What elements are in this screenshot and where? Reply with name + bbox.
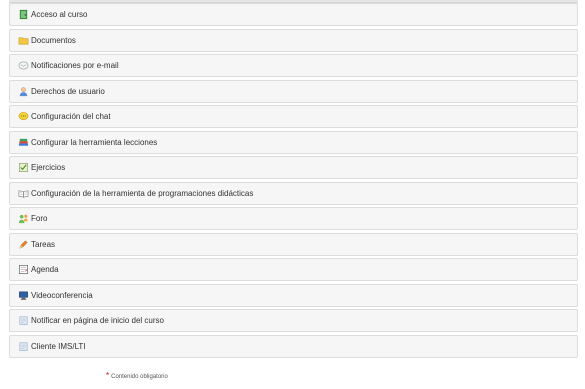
section-label: Acceso al curso <box>31 10 88 19</box>
section-label: Notificar en página de inicio del curso <box>31 316 164 325</box>
user-icon <box>18 86 29 97</box>
section-forum[interactable]: Foro <box>9 207 578 230</box>
page-icon <box>18 341 29 352</box>
section-exercises[interactable]: Ejercicios <box>9 156 578 179</box>
section-label: Configuración de la herramienta de progr… <box>31 188 254 198</box>
page-icon <box>18 315 29 326</box>
section-lessons-tool[interactable]: Configurar la herramienta lecciones <box>9 130 578 154</box>
section-label: Derechos de usuario <box>31 86 105 96</box>
section-label: Documentos <box>31 35 76 45</box>
mail-icon <box>18 60 29 71</box>
required-asterisk: * <box>106 371 110 380</box>
section-course-progress-tool[interactable]: Configuración de la herramienta de progr… <box>9 181 578 205</box>
monitor-icon <box>18 290 29 301</box>
section-label: Tareas <box>31 239 56 249</box>
section-label: Agenda <box>31 265 59 274</box>
section-course-access[interactable]: Acceso al curso <box>9 3 578 26</box>
section-label: Notificaciones por e-mail <box>31 61 119 70</box>
section-label: Configurar la herramienta lecciones <box>31 137 158 147</box>
section-label: Configuración del chat <box>31 112 111 121</box>
section-user-rights[interactable]: Derechos de usuario <box>9 79 578 103</box>
books-icon <box>18 137 29 148</box>
open-book-icon <box>18 188 29 199</box>
settings-section-list: Acceso al curso Documentos Notificacione… <box>9 3 578 360</box>
section-documents[interactable]: Documentos <box>9 28 578 52</box>
section-label: Cliente IMS/LTI <box>31 341 86 351</box>
section-label: Ejercicios <box>31 163 66 172</box>
section-email-notifications[interactable]: Notificaciones por e-mail <box>9 54 578 77</box>
required-fields-note: * Contenido obligatorio <box>106 371 168 380</box>
folder-icon <box>18 35 29 46</box>
section-label: Videoconferencia <box>31 290 93 300</box>
section-agenda[interactable]: Agenda <box>9 258 578 281</box>
chat-icon <box>18 111 29 122</box>
door-icon <box>18 9 29 20</box>
section-assignments[interactable]: Tareas <box>9 232 578 256</box>
section-videoconference[interactable]: Videoconferencia <box>9 283 578 307</box>
forum-icon <box>18 213 29 224</box>
agenda-icon <box>18 264 29 275</box>
section-ims-lti-client[interactable]: Cliente IMS/LTI <box>9 334 578 358</box>
section-notify-homepage[interactable]: Notificar en página de inicio del curso <box>9 309 578 332</box>
section-chat-settings[interactable]: Configuración del chat <box>9 105 578 128</box>
required-note-text: Contenido obligatorio <box>111 374 168 380</box>
quiz-icon <box>18 162 29 173</box>
section-label: Foro <box>31 214 48 223</box>
pencil-icon <box>18 239 29 250</box>
